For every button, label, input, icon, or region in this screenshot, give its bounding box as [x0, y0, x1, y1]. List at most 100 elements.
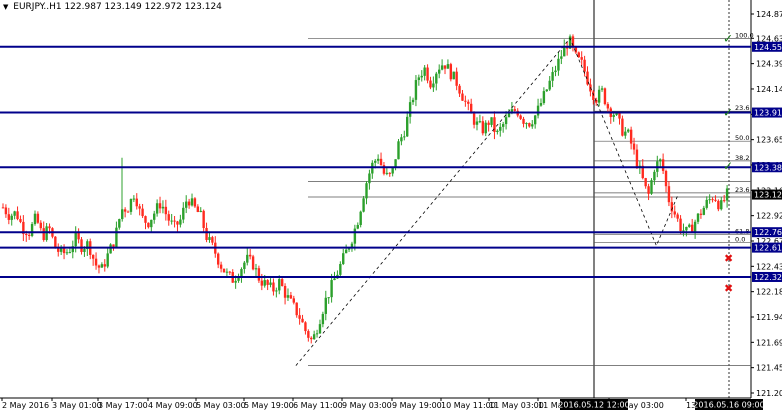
candle-body	[106, 253, 109, 267]
candle-body	[182, 207, 185, 220]
candle-body	[661, 159, 665, 171]
candle-body	[36, 213, 40, 223]
candle-body	[243, 262, 246, 270]
candle-body	[164, 206, 168, 215]
candle-body	[600, 88, 604, 90]
candle-body	[685, 226, 688, 231]
candle-body	[19, 219, 22, 222]
candle-body	[414, 80, 418, 100]
candle-body	[664, 170, 668, 187]
candle-body	[199, 210, 202, 212]
candle-body	[557, 58, 560, 71]
candle-body	[711, 199, 714, 201]
candle-body	[266, 280, 269, 285]
fibonacci-levels: 100.023.650.038.223.661.80.0	[308, 31, 754, 366]
candle-body	[257, 268, 261, 281]
check-icon: ✓	[723, 106, 733, 120]
candle-body	[438, 69, 441, 74]
x-tick-label: 2 May 2016	[2, 401, 49, 410]
candle-body	[280, 279, 284, 286]
candle-body	[10, 215, 13, 220]
candle-body	[714, 199, 717, 201]
candle-body	[400, 137, 403, 142]
candle-body	[13, 211, 16, 216]
candle-body	[597, 89, 601, 103]
candle-body	[603, 88, 607, 105]
candle-body	[219, 264, 223, 269]
candle-body	[504, 117, 508, 125]
candle-body	[228, 271, 232, 273]
candle-body	[420, 75, 423, 78]
candle-body	[83, 249, 86, 252]
zigzag-path	[295, 37, 679, 366]
candle-body	[365, 183, 368, 199]
candle-body	[118, 219, 121, 228]
x-tick-label: 9 May 03:00	[342, 401, 392, 410]
candle-body	[27, 234, 31, 236]
candle-body	[150, 219, 153, 228]
candle-body	[478, 121, 482, 123]
candle-body	[275, 290, 278, 292]
candle-body	[533, 115, 537, 125]
candle-body	[606, 104, 610, 109]
candle-body	[109, 244, 112, 254]
check-icon: ✓	[723, 31, 733, 45]
candle-body	[158, 203, 162, 209]
candle-body	[68, 252, 72, 254]
candle-body	[659, 159, 662, 162]
candle-body	[344, 249, 348, 254]
candle-body	[667, 186, 671, 203]
price-tag-label: 122.327	[754, 273, 782, 282]
candle-body	[403, 136, 406, 138]
candle-body	[702, 207, 706, 215]
candle-body	[362, 198, 365, 212]
candle-body	[33, 213, 37, 225]
candle-body	[289, 295, 293, 299]
candle-body	[103, 264, 106, 267]
check-icon: ✓	[723, 159, 733, 173]
x-tick-label: 4 May 09:00	[148, 401, 198, 410]
candle-body	[234, 280, 237, 283]
candle-body	[298, 315, 301, 319]
candle-body	[443, 65, 447, 69]
candle-body	[717, 200, 720, 210]
candle-body	[507, 113, 511, 118]
candle-body	[190, 198, 194, 206]
x-tick-label: 3 May 01:00	[52, 401, 102, 410]
candle-body	[621, 118, 624, 136]
candles	[1, 34, 729, 344]
candle-body	[126, 211, 130, 213]
candle-body	[57, 248, 60, 252]
candle-body	[278, 279, 281, 291]
candle-body	[676, 214, 679, 219]
candle-body	[484, 122, 487, 134]
candle-body	[4, 207, 8, 215]
candle-body	[196, 206, 200, 212]
candle-body	[292, 298, 295, 303]
candle-body	[185, 201, 188, 208]
time-highlight-label: 2016.05.12 12:00	[558, 401, 629, 410]
candle-body	[304, 322, 307, 332]
candle-body	[153, 213, 156, 220]
candle-body	[179, 219, 182, 225]
candle-body	[461, 93, 464, 101]
candle-body	[339, 264, 342, 275]
price-tag-label: 124.553	[754, 43, 782, 52]
x-tick-label: 10 May 11:00	[441, 401, 496, 410]
candle-body	[525, 123, 528, 125]
candle-body	[74, 232, 77, 247]
candle-body	[408, 102, 412, 117]
candle-body	[501, 124, 505, 127]
y-tick-label: 123.655	[756, 136, 782, 145]
candle-body	[330, 280, 333, 298]
candle-body	[554, 70, 557, 73]
x-tick-label: 5 May 19:00	[244, 401, 294, 410]
candle-body	[411, 99, 415, 103]
candle-body	[519, 115, 522, 119]
price-chart[interactable]: 124.870124.635124.390124.145123.900123.6…	[0, 0, 782, 411]
candle-body	[39, 222, 43, 229]
candle-body	[283, 285, 287, 298]
x-tick-label: 3 May 17:00	[98, 401, 148, 410]
candle-body	[388, 172, 391, 174]
candle-body	[551, 72, 554, 81]
